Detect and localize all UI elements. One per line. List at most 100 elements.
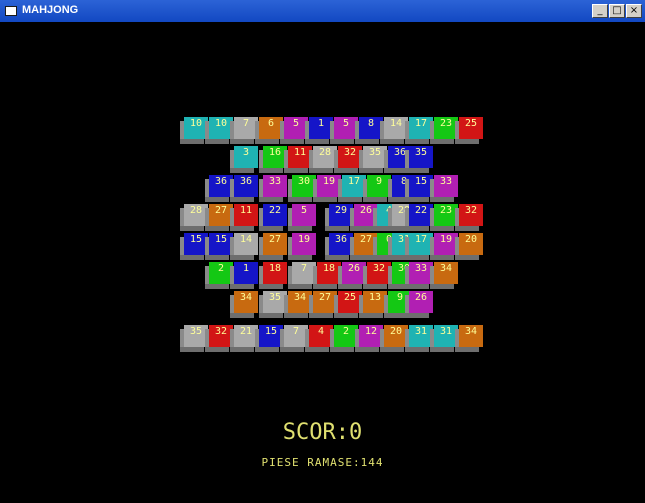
tile-side (280, 347, 304, 352)
mahjong-tile[interactable]: 25 (455, 117, 483, 145)
tile-side (350, 226, 374, 231)
tile-face: 1 (234, 262, 258, 284)
tile-side (430, 226, 454, 231)
tile-side (180, 347, 204, 352)
tile-side (355, 139, 379, 144)
tile-side (205, 284, 229, 289)
mahjong-tile[interactable]: 34 (230, 291, 258, 319)
tile-side (259, 255, 283, 260)
tile-side (313, 284, 337, 289)
mahjong-tile[interactable]: 32 (455, 204, 483, 232)
tile-face: 36 (234, 175, 258, 197)
tile-side (288, 226, 312, 231)
tile-side (380, 347, 404, 352)
tile-side (334, 313, 358, 318)
mahjong-tile[interactable]: 34 (455, 325, 483, 353)
tile-side (430, 284, 454, 289)
tile-side (430, 139, 454, 144)
tile-side (359, 168, 383, 173)
tile-face: 25 (459, 117, 483, 139)
tile-side (380, 139, 404, 144)
game-window: MAHJONG _ □ × 10 10 7 6 5 1 5 8 14 17 23 25 3 16 11 28 3… (0, 0, 645, 503)
mahjong-tile[interactable]: 33 (430, 175, 458, 203)
tile-side (230, 168, 254, 173)
tile-side (309, 168, 333, 173)
tile-side (405, 313, 429, 318)
tile-side (334, 168, 358, 173)
tile-side (455, 255, 479, 260)
tile-side (259, 284, 283, 289)
tile-side (205, 197, 229, 202)
mahjong-tile[interactable]: 11 (230, 204, 258, 232)
tile-side (405, 347, 429, 352)
tile-side (305, 347, 329, 352)
tile-side (230, 197, 254, 202)
mahjong-tile[interactable]: 34 (430, 262, 458, 290)
tile-face: 32 (459, 204, 483, 226)
tile-face: 5 (292, 204, 316, 226)
tile-side (455, 347, 479, 352)
mahjong-tile[interactable]: 5 (288, 204, 316, 232)
mahjong-tile[interactable]: 35 (405, 146, 433, 174)
mahjong-tile[interactable]: 33 (259, 175, 287, 203)
tile-side (259, 313, 283, 318)
tile-side (180, 139, 204, 144)
mahjong-tile[interactable]: 18 (259, 262, 287, 290)
mahjong-tile[interactable]: 14 (230, 233, 258, 261)
tile-side (205, 226, 229, 231)
tile-side (205, 347, 229, 352)
tile-side (180, 255, 204, 260)
tile-side (405, 226, 429, 231)
tile-side (455, 139, 479, 144)
tile-side (259, 168, 283, 173)
tile-face: 3 (234, 146, 258, 168)
mahjong-tile[interactable]: 3 (230, 146, 258, 174)
tile-face: 19 (292, 233, 316, 255)
tile-face: 33 (434, 175, 458, 197)
tile-face: 20 (459, 233, 483, 255)
tile-side (325, 226, 349, 231)
tile-side (430, 255, 454, 260)
tile-side (309, 313, 333, 318)
mahjong-tile[interactable]: 20 (455, 233, 483, 261)
tile-side (363, 284, 387, 289)
mahjong-tile[interactable]: 27 (259, 233, 287, 261)
tile-side (355, 347, 379, 352)
tile-side (405, 197, 429, 202)
tile-side (230, 226, 254, 231)
tile-side (280, 139, 304, 144)
mahjong-tile[interactable]: 26 (405, 291, 433, 319)
tile-face: 11 (234, 204, 258, 226)
score-display: SCOR:0 (282, 420, 363, 445)
tile-side (288, 255, 312, 260)
tile-side (230, 347, 254, 352)
tile-side (350, 255, 374, 260)
tile-face: 33 (263, 175, 287, 197)
tile-face: 27 (263, 233, 287, 255)
tile-side (205, 255, 229, 260)
tile-face: 34 (459, 325, 483, 347)
mahjong-tile[interactable]: 1 (230, 262, 258, 290)
tile-side (338, 284, 362, 289)
tile-side (284, 313, 308, 318)
tile-face: 22 (263, 204, 287, 226)
tile-face: 34 (434, 262, 458, 284)
tile-side (325, 255, 349, 260)
mahjong-tile[interactable]: 22 (259, 204, 287, 232)
tile-side (363, 197, 387, 202)
tile-side (259, 197, 283, 202)
tile-face: 26 (409, 291, 433, 313)
tile-side (255, 347, 279, 352)
tile-side (255, 139, 279, 144)
tile-side (230, 139, 254, 144)
tile-side (338, 197, 362, 202)
tile-side (180, 226, 204, 231)
tile-face: 34 (234, 291, 258, 313)
tile-side (330, 139, 354, 144)
tile-side (455, 226, 479, 231)
mahjong-tile[interactable]: 19 (288, 233, 316, 261)
mahjong-tile[interactable]: 36 (230, 175, 258, 203)
tile-side (284, 168, 308, 173)
tile-side (330, 347, 354, 352)
tile-side (259, 226, 283, 231)
